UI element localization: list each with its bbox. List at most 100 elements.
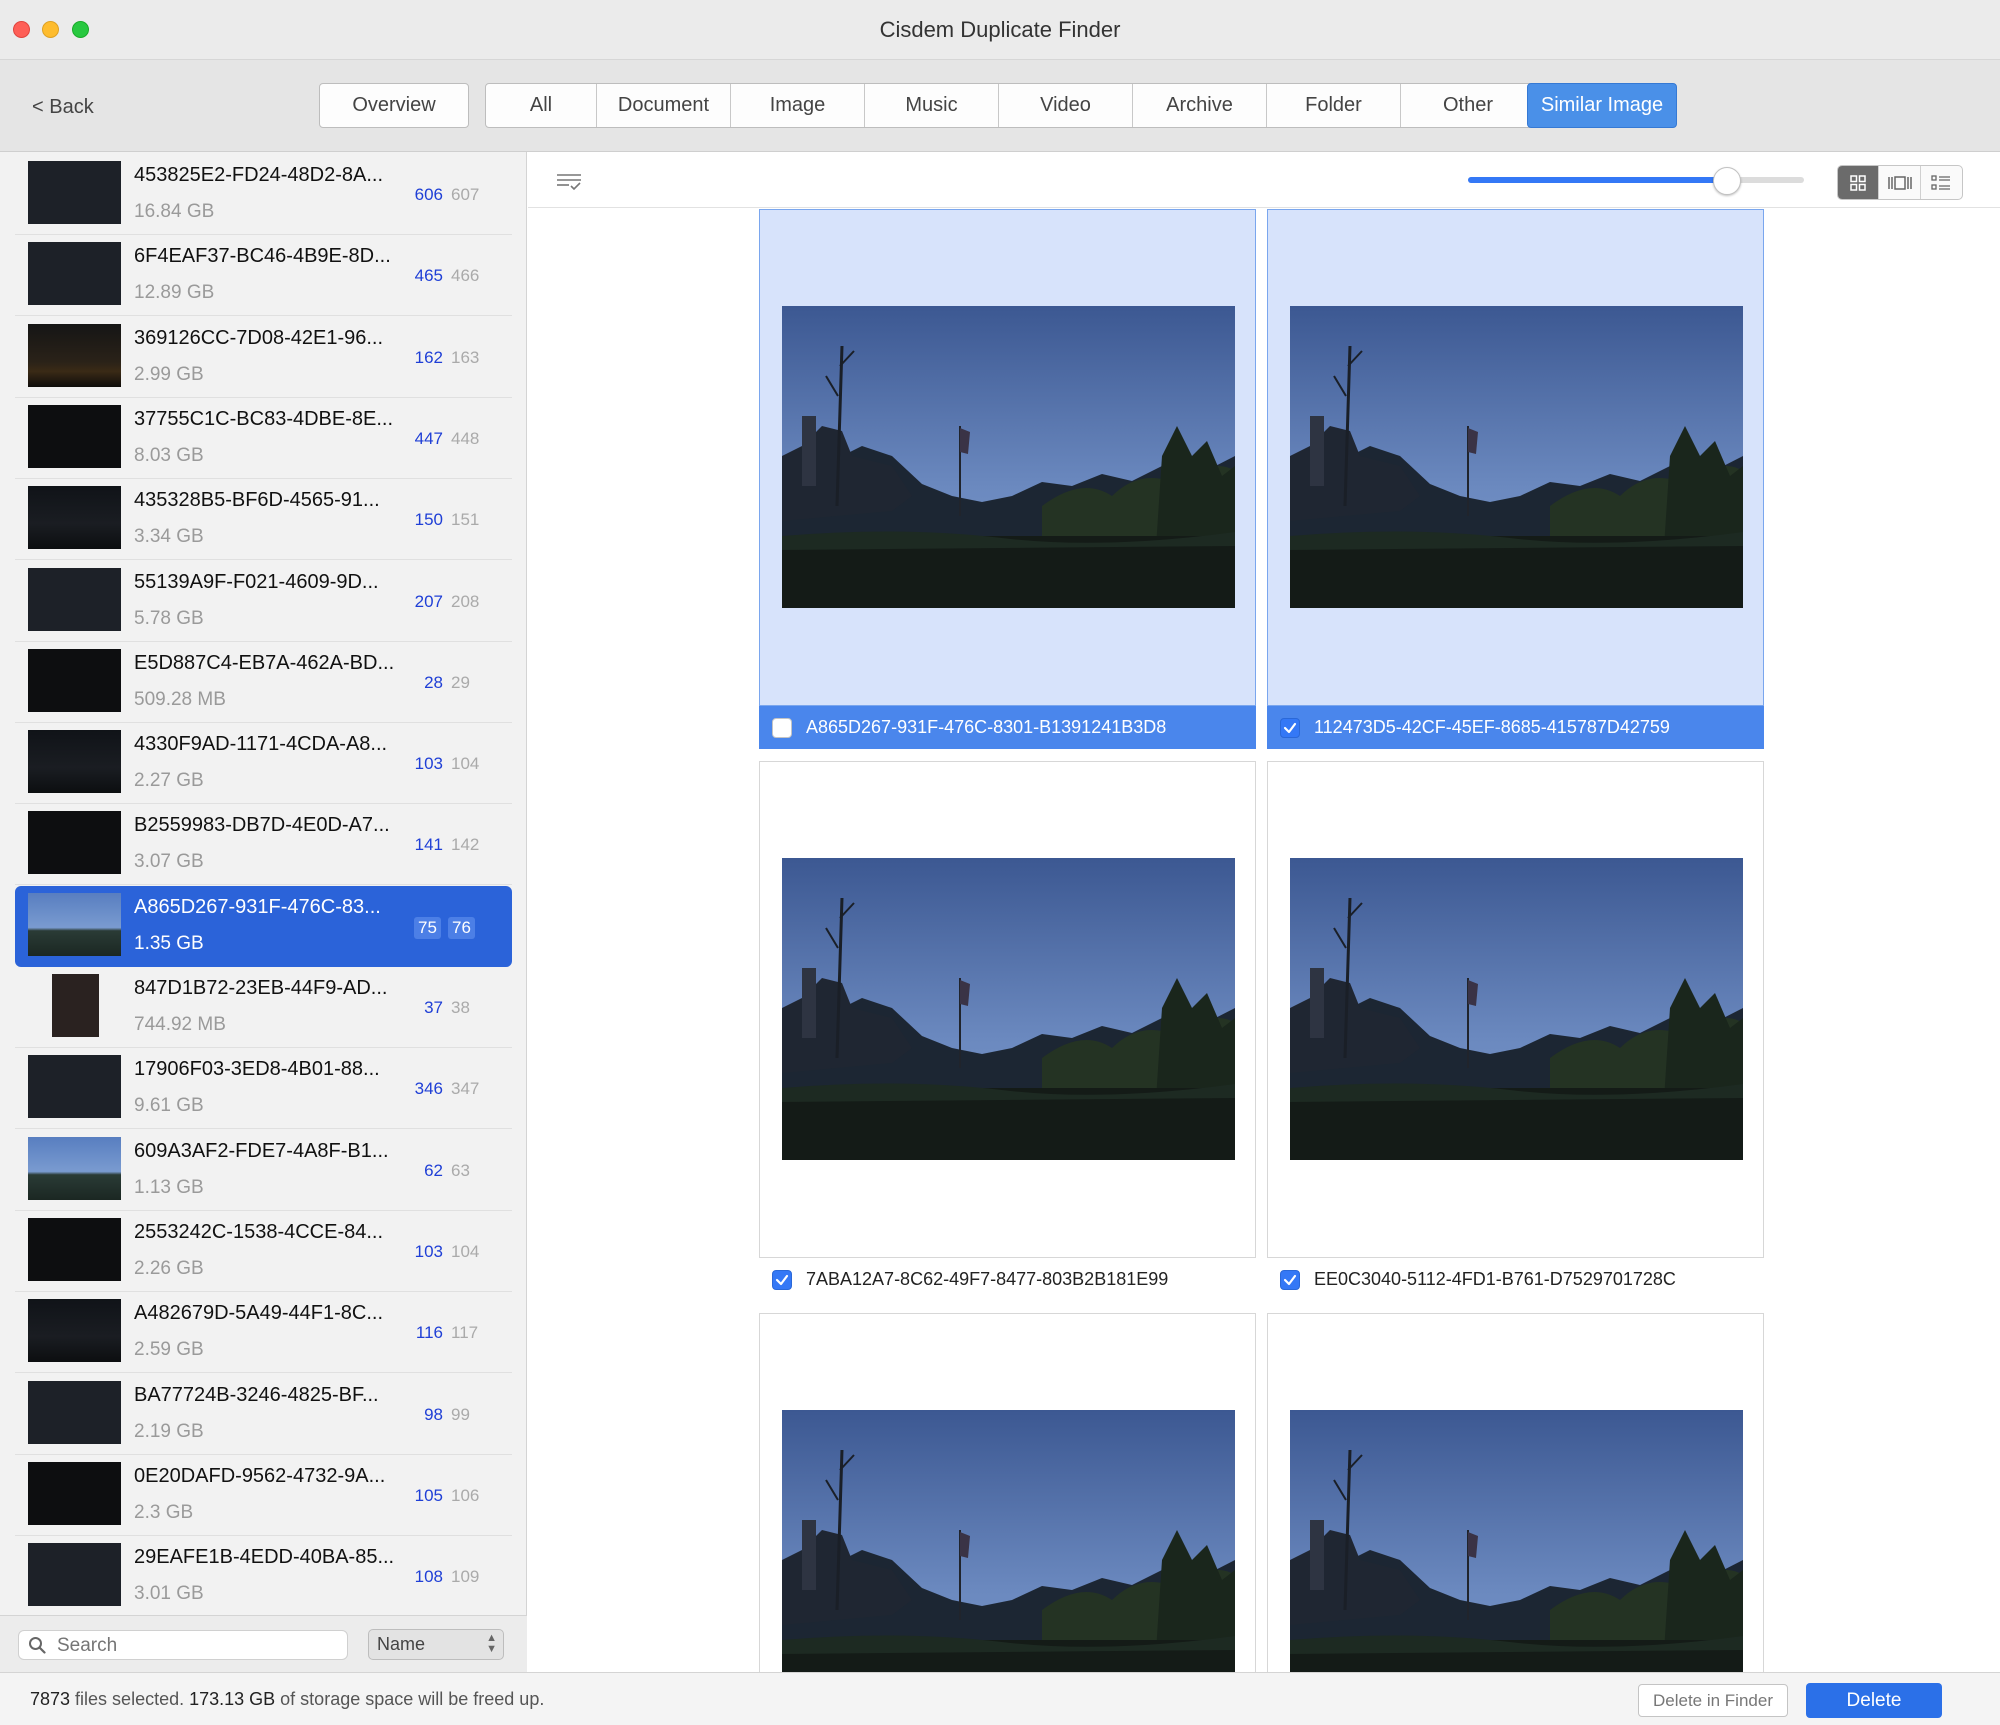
title-bar: Cisdem Duplicate Finder — [0, 0, 2000, 60]
group-list-item[interactable]: B2559983-DB7D-4E0D-A7... 3.07 GB 141 142 — [15, 804, 512, 886]
slider-knob[interactable] — [1712, 167, 1741, 195]
total-count: 117 — [451, 1323, 479, 1343]
tab-archive[interactable]: Archive — [1133, 84, 1267, 127]
selected-count: 105 — [414, 1485, 443, 1505]
tab-other[interactable]: Other — [1401, 84, 1535, 127]
tab-video[interactable]: Video — [999, 84, 1133, 127]
group-thumbnail — [28, 1461, 121, 1525]
group-list-item[interactable]: 55139A9F-F021-4609-9D... 5.78 GB 207 208 — [15, 561, 512, 642]
group-list[interactable]: 453825E2-FD24-48D2-8A... 16.84 GB 606 607 6F… — [0, 152, 527, 1615]
group-list-item[interactable]: 29EAFE1B-4EDD-40BA-85... 3.01 GB 108 109 — [15, 1536, 512, 1615]
group-name: 29EAFE1B-4EDD-40BA-85... — [134, 1546, 395, 1569]
sort-select[interactable]: Name ▲ ▼ — [368, 1629, 504, 1660]
group-thumbnail — [28, 1380, 121, 1444]
back-button[interactable]: < Back — [32, 96, 94, 119]
group-name: 37755C1C-BC83-4DBE-8E... — [134, 407, 394, 430]
list-view-button[interactable] — [1921, 166, 1962, 199]
group-size: 2.59 GB — [134, 1339, 204, 1361]
group-name: A482679D-5A49-44F1-8C... — [134, 1302, 384, 1325]
image-card[interactable] — [759, 1313, 1256, 1672]
tab-document[interactable]: Document — [597, 84, 731, 127]
group-list-item[interactable]: 37755C1C-BC83-4DBE-8E... 8.03 GB 447 448 — [15, 398, 512, 479]
group-name: 435328B5-BF6D-4565-91... — [134, 489, 380, 512]
group-name: 453825E2-FD24-48D2-8A... — [134, 164, 384, 186]
selected-count: 103 — [414, 754, 443, 774]
image-card[interactable] — [1267, 761, 1764, 1258]
tab-image[interactable]: Image — [731, 84, 865, 127]
group-size: 1.35 GB — [134, 932, 204, 954]
space-freed-value: 173.13 GB — [189, 1689, 276, 1709]
compare-view-button[interactable] — [1879, 166, 1921, 199]
group-thumbnail — [28, 730, 121, 794]
total-count: 104 — [451, 754, 480, 774]
group-thumbnail — [28, 486, 121, 550]
image-card[interactable] — [759, 209, 1256, 706]
total-count: 347 — [451, 1079, 480, 1099]
group-size: 3.01 GB — [134, 1583, 204, 1605]
group-name: E5D887C4-EB7A-462A-BD... — [134, 651, 395, 674]
tab-folder[interactable]: Folder — [1267, 84, 1401, 127]
group-size: 3.34 GB — [134, 526, 204, 548]
overview-button[interactable]: Overview — [319, 83, 469, 128]
group-list-item[interactable]: 4330F9AD-1171-4CDA-A8... 2.27 GB 103 104 — [15, 723, 512, 805]
image-filename: EE0C3040-5112-4FD1-B761-D7529701728C — [1314, 1269, 1676, 1289]
group-thumbnail — [28, 1055, 121, 1119]
image-card[interactable] — [1267, 209, 1764, 706]
tab-similar-image[interactable]: Similar Image — [1527, 83, 1677, 128]
total-count: 38 — [451, 998, 470, 1017]
group-name: 847D1B72-23EB-44F9-AD... — [134, 977, 388, 999]
thumbnail-size-slider[interactable] — [1468, 167, 1804, 195]
total-count: 163 — [451, 347, 480, 367]
selected-count: 141 — [414, 835, 443, 855]
group-thumbnail — [52, 974, 99, 1037]
group-list-item[interactable]: 0E20DAFD-9562-4732-9A... 2.3 GB 105 106 — [15, 1455, 512, 1536]
group-list-item[interactable]: A865D267-931F-476C-83... 1.35 GB 75 76 — [15, 885, 512, 967]
group-thumbnail — [28, 648, 121, 712]
delete-in-finder-button[interactable]: Delete in Finder — [1638, 1684, 1788, 1717]
group-list-item[interactable]: 2553242C-1538-4CCE-84... 2.26 GB 103 104 — [15, 1211, 512, 1292]
tab-music[interactable]: Music — [865, 84, 999, 127]
total-count: 448 — [451, 428, 480, 448]
image-card[interactable] — [1267, 1313, 1764, 1672]
group-size: 3.07 GB — [134, 851, 204, 873]
status-bar: 7873 files selected. 173.13 GB of storag… — [0, 1672, 2000, 1725]
group-size: 744.92 MB — [134, 1014, 226, 1035]
group-list-item[interactable]: 6F4EAF37-BC46-4B9E-8D... 12.89 GB 465 466 — [15, 235, 512, 317]
group-list-item[interactable]: BA77724B-3246-4825-BF... 2.19 GB 98 99 — [15, 1374, 512, 1455]
preview-toolbar — [528, 152, 2000, 208]
total-count: 208 — [451, 591, 480, 611]
select-options-icon[interactable] — [556, 172, 582, 192]
image-checkbox[interactable] — [772, 1269, 792, 1290]
image-card[interactable] — [759, 761, 1256, 1258]
file-type-tabs: All Document Image Music Video Archive F… — [485, 83, 1536, 128]
group-size: 5.78 GB — [134, 607, 204, 629]
image-checkbox[interactable] — [1280, 1269, 1300, 1290]
group-thumbnail — [28, 323, 121, 387]
search-field — [18, 1630, 348, 1660]
group-name: BA77724B-3246-4825-BF... — [134, 1383, 379, 1406]
group-list-item[interactable]: 453825E2-FD24-48D2-8A... 16.84 GB 606 607 — [15, 154, 512, 235]
search-input[interactable] — [57, 1634, 337, 1658]
group-list-item[interactable]: 17906F03-3ED8-4B01-88... 9.61 GB 346 347 — [15, 1048, 512, 1130]
group-list-item[interactable]: E5D887C4-EB7A-462A-BD... 509.28 MB 28 29 — [15, 642, 512, 723]
image-checkbox[interactable] — [772, 717, 792, 738]
group-list-item[interactable]: 847D1B72-23EB-44F9-AD... 744.92 MB 37 38 — [15, 967, 512, 1048]
main-toolbar: < Back Overview All Document Image Music… — [0, 60, 2000, 152]
image-checkbox[interactable] — [1280, 717, 1300, 738]
group-name: 609A3AF2-FDE7-4A8F-B1... — [134, 1139, 389, 1162]
sort-select-value: Name — [377, 1634, 426, 1654]
group-list-item[interactable]: 369126CC-7D08-42E1-96... 2.99 GB 162 163 — [15, 317, 512, 398]
photo-landscape — [782, 306, 1235, 608]
image-preview-area: A865D267-931F-476C-8301-B1391241B3D8 1124… — [528, 152, 2000, 1672]
group-size: 2.26 GB — [134, 1257, 204, 1279]
image-preview — [1290, 858, 1743, 1160]
group-list-item[interactable]: 435328B5-BF6D-4565-91... 3.34 GB 150 151 — [15, 479, 512, 561]
group-list-item[interactable]: 609A3AF2-FDE7-4A8F-B1... 1.13 GB 62 63 — [15, 1130, 512, 1211]
grid-view-button[interactable] — [1838, 166, 1880, 199]
image-preview — [1290, 306, 1743, 608]
total-count: 63 — [451, 1160, 470, 1180]
delete-button[interactable]: Delete — [1806, 1683, 1942, 1718]
group-size: 16.84 GB — [134, 201, 215, 222]
tab-all[interactable]: All — [486, 84, 597, 127]
group-list-item[interactable]: A482679D-5A49-44F1-8C... 2.59 GB 116 117 — [15, 1292, 512, 1374]
